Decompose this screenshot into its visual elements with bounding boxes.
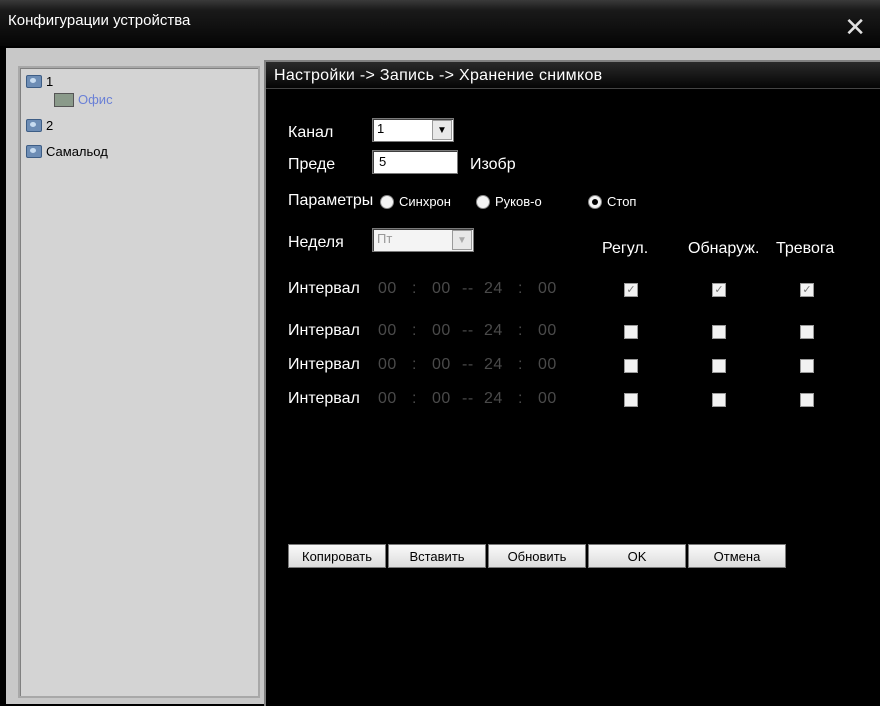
interval-label: Интервал bbox=[288, 322, 360, 339]
interval-separator: -- bbox=[462, 280, 474, 297]
radio-dot bbox=[380, 194, 394, 209]
pre-label: Преде bbox=[288, 156, 336, 173]
interval-checkbox[interactable] bbox=[800, 359, 814, 373]
radio-label: Синхрон bbox=[399, 194, 451, 209]
tree-item-label: 2 bbox=[46, 118, 54, 133]
tree-item-1[interactable]: 1 bbox=[26, 74, 53, 89]
camera-icon bbox=[26, 75, 42, 88]
interval-checkbox[interactable] bbox=[712, 359, 726, 373]
time-colon: : bbox=[518, 322, 523, 339]
cancel-button[interactable]: Отмена bbox=[688, 544, 786, 568]
interval-label: Интервал bbox=[288, 356, 360, 373]
refresh-button[interactable]: Обновить bbox=[488, 544, 586, 568]
interval-end-hour[interactable]: 24 bbox=[484, 390, 503, 408]
camera-icon bbox=[26, 145, 42, 158]
params-label: Параметры bbox=[288, 192, 374, 209]
time-colon: : bbox=[518, 356, 523, 373]
time-colon: : bbox=[412, 280, 417, 297]
title-bar: Конфигурации устройства ✕ bbox=[0, 0, 880, 46]
tree-item-samalod[interactable]: Самальод bbox=[26, 144, 108, 159]
interval-end-hour[interactable]: 24 bbox=[484, 322, 503, 340]
channel-select[interactable]: 1 ▼ bbox=[372, 118, 454, 142]
channel-label: Канал bbox=[288, 124, 334, 141]
week-select[interactable]: Пт ▼ bbox=[372, 228, 474, 252]
tree-item-office[interactable]: Офис bbox=[54, 92, 113, 107]
interval-label: Интервал bbox=[288, 390, 360, 407]
radio-dot bbox=[588, 194, 602, 209]
radio-label: Стоп bbox=[607, 194, 637, 209]
ok-button[interactable]: OK bbox=[588, 544, 686, 568]
interval-checkbox[interactable]: ✓ bbox=[624, 283, 638, 297]
interval-separator: -- bbox=[462, 390, 474, 407]
col-alarm: Тревога bbox=[776, 240, 835, 257]
time-colon: : bbox=[412, 356, 417, 373]
interval-start-hour[interactable]: 00 bbox=[378, 390, 397, 408]
paste-button[interactable]: Вставить bbox=[388, 544, 486, 568]
copy-button[interactable]: Копировать bbox=[288, 544, 386, 568]
interval-checkbox[interactable] bbox=[624, 359, 638, 373]
tree-item-label: 1 bbox=[46, 74, 54, 89]
time-colon: : bbox=[518, 390, 523, 407]
interval-end-hour[interactable]: 24 bbox=[484, 280, 503, 298]
interval-end-minute[interactable]: 00 bbox=[538, 390, 557, 408]
interval-checkbox[interactable] bbox=[800, 393, 814, 407]
radio-sync[interactable]: Синхрон bbox=[380, 194, 451, 209]
pre-input[interactable]: 5 bbox=[372, 150, 458, 174]
interval-start-minute[interactable]: 00 bbox=[432, 280, 451, 298]
interval-end-hour[interactable]: 24 bbox=[484, 356, 503, 374]
radio-dot bbox=[476, 194, 490, 209]
chevron-down-icon: ▼ bbox=[432, 120, 452, 140]
tree-item-label: Самальод bbox=[46, 144, 108, 159]
channel-value: 1 bbox=[377, 121, 385, 136]
device-icon bbox=[54, 92, 74, 107]
interval-start-hour[interactable]: 00 bbox=[378, 280, 397, 298]
interval-checkbox[interactable]: ✓ bbox=[712, 283, 726, 297]
chevron-down-icon: ▼ bbox=[452, 230, 472, 250]
interval-start-minute[interactable]: 00 bbox=[432, 390, 451, 408]
interval-checkbox[interactable] bbox=[800, 325, 814, 339]
interval-start-hour[interactable]: 00 bbox=[378, 322, 397, 340]
interval-checkbox[interactable] bbox=[624, 325, 638, 339]
interval-checkbox[interactable] bbox=[712, 325, 726, 339]
interval-end-minute[interactable]: 00 bbox=[538, 322, 557, 340]
settings-panel: Настройки -> Запись -> Хранение снимков … bbox=[264, 60, 880, 706]
close-icon[interactable]: ✕ bbox=[844, 14, 866, 40]
breadcrumb: Настройки -> Запись -> Хранение снимков bbox=[274, 67, 603, 84]
radio-label: Руков-о bbox=[495, 194, 542, 209]
time-colon: : bbox=[518, 280, 523, 297]
interval-end-minute[interactable]: 00 bbox=[538, 356, 557, 374]
interval-start-minute[interactable]: 00 bbox=[432, 322, 451, 340]
interval-checkbox[interactable]: ✓ bbox=[800, 283, 814, 297]
time-colon: : bbox=[412, 390, 417, 407]
interval-separator: -- bbox=[462, 356, 474, 373]
interval-checkbox[interactable] bbox=[624, 393, 638, 407]
time-colon: : bbox=[412, 322, 417, 339]
camera-icon bbox=[26, 119, 42, 132]
week-value: Пт bbox=[377, 231, 393, 246]
breadcrumb-bar: Настройки -> Запись -> Хранение снимков bbox=[266, 62, 880, 89]
tree-item-label: Офис bbox=[78, 92, 113, 107]
interval-checkbox[interactable] bbox=[712, 393, 726, 407]
interval-end-minute[interactable]: 00 bbox=[538, 280, 557, 298]
radio-stop[interactable]: Стоп bbox=[588, 194, 636, 209]
interval-start-hour[interactable]: 00 bbox=[378, 356, 397, 374]
window-title: Конфигурации устройства bbox=[8, 12, 191, 29]
interval-separator: -- bbox=[462, 322, 474, 339]
pre-unit: Изобр bbox=[470, 156, 516, 173]
interval-start-minute[interactable]: 00 bbox=[432, 356, 451, 374]
device-tree: 1 Офис 2 Самальод bbox=[18, 66, 260, 698]
tree-item-2[interactable]: 2 bbox=[26, 118, 53, 133]
col-motion: Обнаруж. bbox=[688, 240, 760, 257]
radio-manual[interactable]: Руков-о bbox=[476, 194, 542, 209]
interval-label: Интервал bbox=[288, 280, 360, 297]
week-label: Неделя bbox=[288, 234, 344, 251]
col-regular: Регул. bbox=[602, 240, 649, 257]
